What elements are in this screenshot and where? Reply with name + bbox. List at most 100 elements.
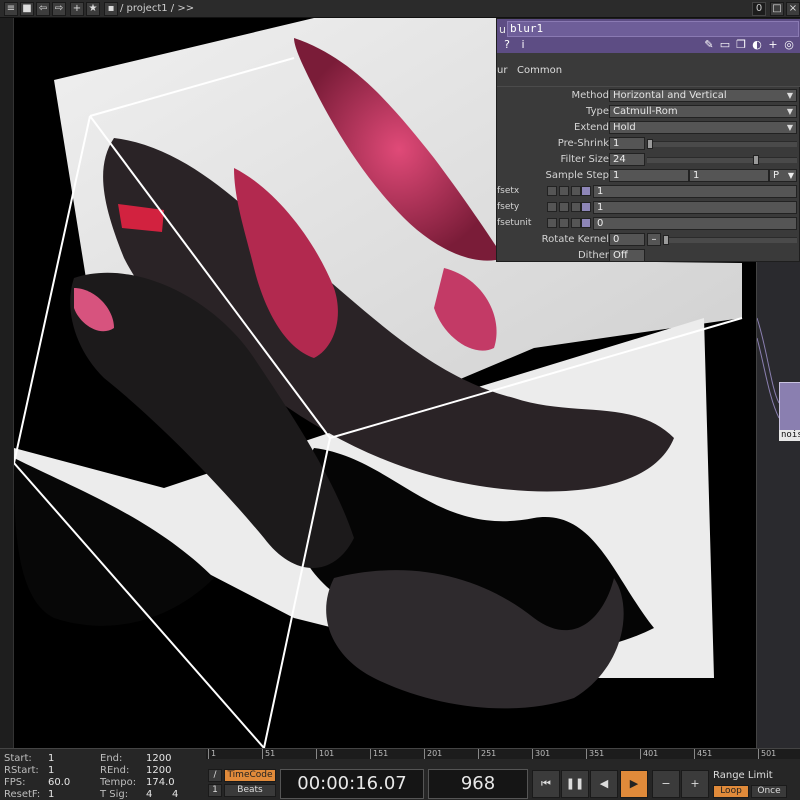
pause-icon[interactable]: ❚❚ [561,770,589,798]
menu-icon[interactable]: ≡ [4,2,18,16]
beats-toggle[interactable]: Beats [224,784,276,797]
play-icon[interactable]: ▶ [620,770,648,798]
tempo-label: Tempo: [100,777,137,788]
add-pane-icon[interactable]: + [70,2,84,16]
preshrink-slider[interactable] [647,139,797,149]
step-back-icon[interactable]: − [652,770,680,798]
back-icon[interactable]: ⇦ [36,2,50,16]
start-label: Start: [4,753,32,764]
pencil-icon[interactable]: ✎ [703,39,715,51]
noise-node-label[interactable]: nois [779,430,800,441]
frame-display[interactable]: 968 [428,769,528,799]
slider-knob[interactable] [647,139,653,149]
param-type: Type Catmull-Rom ▼ [497,105,800,120]
info-icon[interactable]: i [517,39,529,51]
mini-slash-button[interactable]: / [208,769,222,782]
reset-icon[interactable]: – [647,233,661,246]
slider-knob[interactable] [753,155,759,165]
star-icon[interactable]: ★ [86,2,100,16]
tab-blur[interactable]: ur [497,65,507,76]
chevron-down-icon: ▼ [786,123,793,132]
operator-name-field[interactable]: blur1 [507,21,799,37]
resetf-value[interactable]: 1 [48,789,54,800]
timecode-display[interactable]: 00:00:16.07 [280,769,424,799]
timeline-ruler[interactable]: 1 51 101 151 201 251 301 351 401 451 [206,749,756,759]
comment-icon[interactable]: ▭ [719,39,731,51]
offsetunit-toggle[interactable] [559,218,569,228]
offsety-toggle[interactable] [547,202,557,212]
tab-common[interactable]: Common [517,65,562,76]
tsig-value-2[interactable]: 4 [172,789,178,800]
help-icon[interactable]: ? [501,39,513,51]
offsetunit-toggle[interactable] [581,218,591,228]
offsetunit-field[interactable]: 0 [593,217,797,230]
rstart-value[interactable]: 1 [48,765,54,776]
method-menu[interactable]: Horizontal and Vertical ▼ [609,89,797,102]
offsetx-toggle[interactable] [547,186,557,196]
offsetx-toggle[interactable] [559,186,569,196]
chevron-down-icon: ▼ [786,91,793,100]
offsety-toggle[interactable] [581,202,591,212]
play-reverse-icon[interactable]: ◀ [590,770,618,798]
samplestep-y-field[interactable]: 1 [689,169,769,182]
mini-one-button[interactable]: 1 [208,784,222,797]
chevron-down-icon: ▼ [787,171,794,180]
ruler-tick: 151 [370,749,388,759]
offsetx-field[interactable]: 1 [593,185,797,198]
rotatekernel-field[interactable]: 0 [609,233,645,246]
slider-knob[interactable] [663,235,669,245]
rstart-label: RStart: [4,765,39,776]
param-samplestep: Sample Step 1 1 P ▼ [497,169,800,184]
python-icon[interactable]: ◐ [751,39,763,51]
offsetunit-toggle[interactable] [571,218,581,228]
step-forward-icon[interactable]: + [681,770,709,798]
preshrink-field[interactable]: 1 [609,137,645,150]
rewind-icon[interactable]: ⏮ [532,770,560,798]
left-strip [0,18,14,748]
copy-icon[interactable]: ❐ [735,39,747,51]
offsety-toggle[interactable] [559,202,569,212]
param-filtersize: Filter Size 24 [497,153,800,168]
tsig-value-1[interactable]: 4 [146,789,152,800]
parameter-panel: ur blur1 ? i ✎ ▭ ❐ ◐ + ◎ ur Common Metho… [496,18,800,262]
offsetunit-toggle[interactable] [547,218,557,228]
path-icon[interactable]: ▪ [104,2,118,16]
ruler-tick: 401 [640,749,658,759]
extend-menu[interactable]: Hold ▼ [609,121,797,134]
filtersize-slider[interactable] [647,155,797,165]
param-offsetunit: fsetunit 0 [497,217,800,232]
dither-toggle[interactable]: Off [609,249,645,262]
rend-value[interactable]: 1200 [146,765,171,776]
ruler-tick: 201 [424,749,442,759]
rotatekernel-slider[interactable] [663,235,797,245]
range-limit-label: Range Limit [713,770,773,781]
samplestep-unit-menu[interactable]: P ▼ [769,169,797,182]
offsetx-toggle[interactable] [581,186,591,196]
param-preshrink: Pre-Shrink 1 [497,137,800,152]
ruler-tick: 101 [316,749,334,759]
forward-icon[interactable]: ⇨ [52,2,66,16]
end-value[interactable]: 1200 [146,753,171,764]
offsety-toggle[interactable] [571,202,581,212]
ruler-tick: 251 [478,749,496,759]
fps-value[interactable]: 60.0 [48,777,70,788]
tempo-value[interactable]: 174.0 [146,777,175,788]
offsety-field[interactable]: 1 [593,201,797,214]
maximize-icon[interactable]: □ [770,2,784,16]
start-value[interactable]: 1 [48,753,54,764]
stop-icon[interactable]: ■ [20,2,34,16]
type-menu[interactable]: Catmull-Rom ▼ [609,105,797,118]
filtersize-field[interactable]: 24 [609,153,645,166]
close-icon[interactable]: × [786,2,800,16]
ruler-end[interactable]: 501 [756,749,800,759]
breadcrumb[interactable]: / project1 / >> [120,3,194,14]
ruler-tick: 51 [262,749,275,759]
offsetx-toggle[interactable] [571,186,581,196]
ruler-tick: 301 [532,749,550,759]
once-button[interactable]: Once [751,785,787,798]
target-icon[interactable]: ◎ [783,39,795,51]
add-icon[interactable]: + [767,39,779,51]
timecode-toggle[interactable]: TimeCode [224,769,276,782]
samplestep-x-field[interactable]: 1 [609,169,689,182]
loop-button[interactable]: Loop [713,785,749,798]
